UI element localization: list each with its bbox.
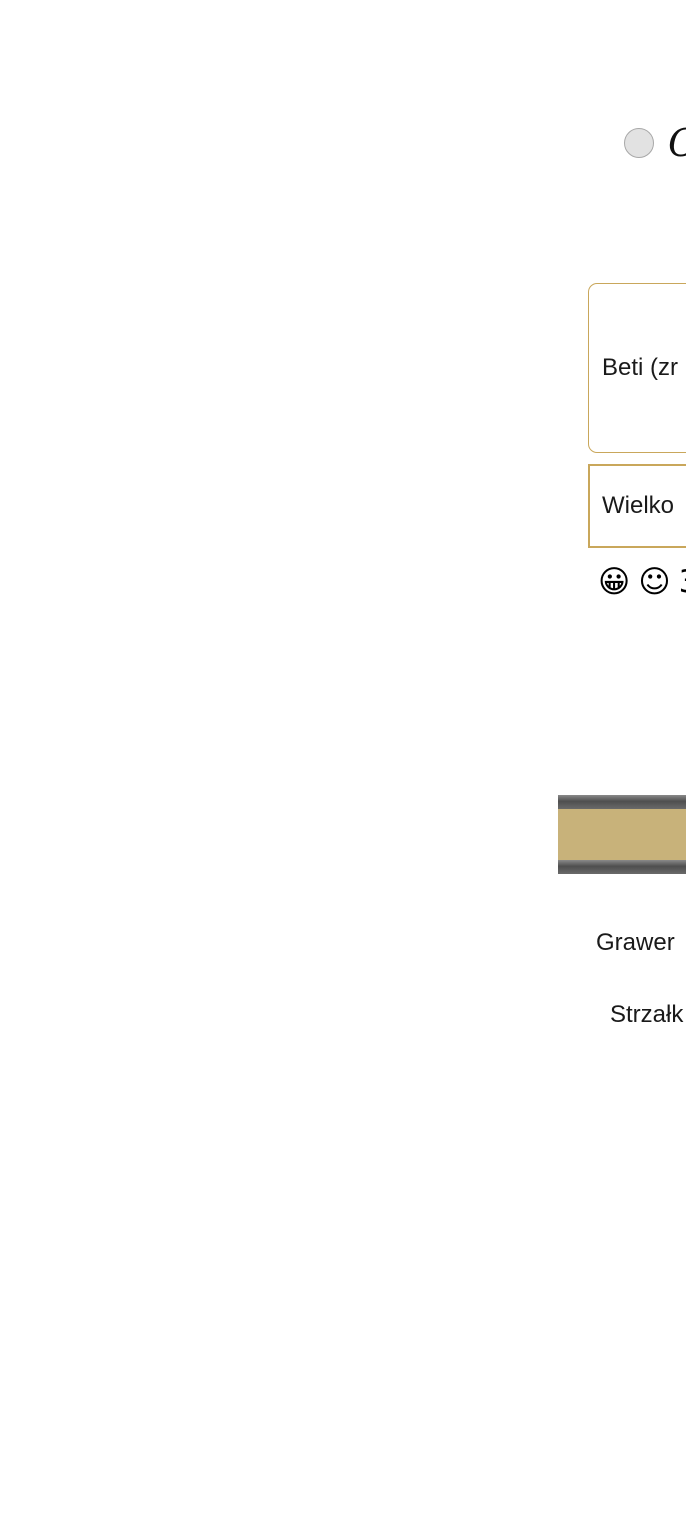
plate-top-border bbox=[558, 795, 686, 809]
font-option-label: C bbox=[668, 124, 686, 162]
engraving-text-value: Beti (zr bbox=[602, 354, 679, 381]
engraving-info-text: Grawer bbox=[596, 929, 675, 956]
size-select[interactable]: Wielko bbox=[588, 464, 686, 548]
grinning-face-emoji-button[interactable]: 😀 bbox=[598, 564, 630, 600]
emoji-item-3[interactable]: 3 bbox=[679, 564, 686, 600]
size-select-value: Wielko bbox=[602, 492, 675, 519]
smiling-face-emoji-button[interactable]: ☺ bbox=[638, 564, 670, 600]
emoji-picker: 😀 ☺ 3 bbox=[598, 564, 686, 600]
arrow-info-text: Strzałk bbox=[610, 1001, 684, 1028]
plate-bottom-border bbox=[558, 860, 686, 874]
plate-gold-surface bbox=[558, 809, 686, 860]
engraving-text-input[interactable]: Beti (zr bbox=[588, 283, 686, 453]
page: C Beti (zr Wielko 😀 ☺ 3 Grawer Strzałk bbox=[0, 0, 686, 1522]
font-option-radio[interactable] bbox=[624, 128, 654, 158]
font-option-row[interactable]: C bbox=[624, 124, 686, 162]
engraving-plate-preview bbox=[558, 795, 686, 874]
